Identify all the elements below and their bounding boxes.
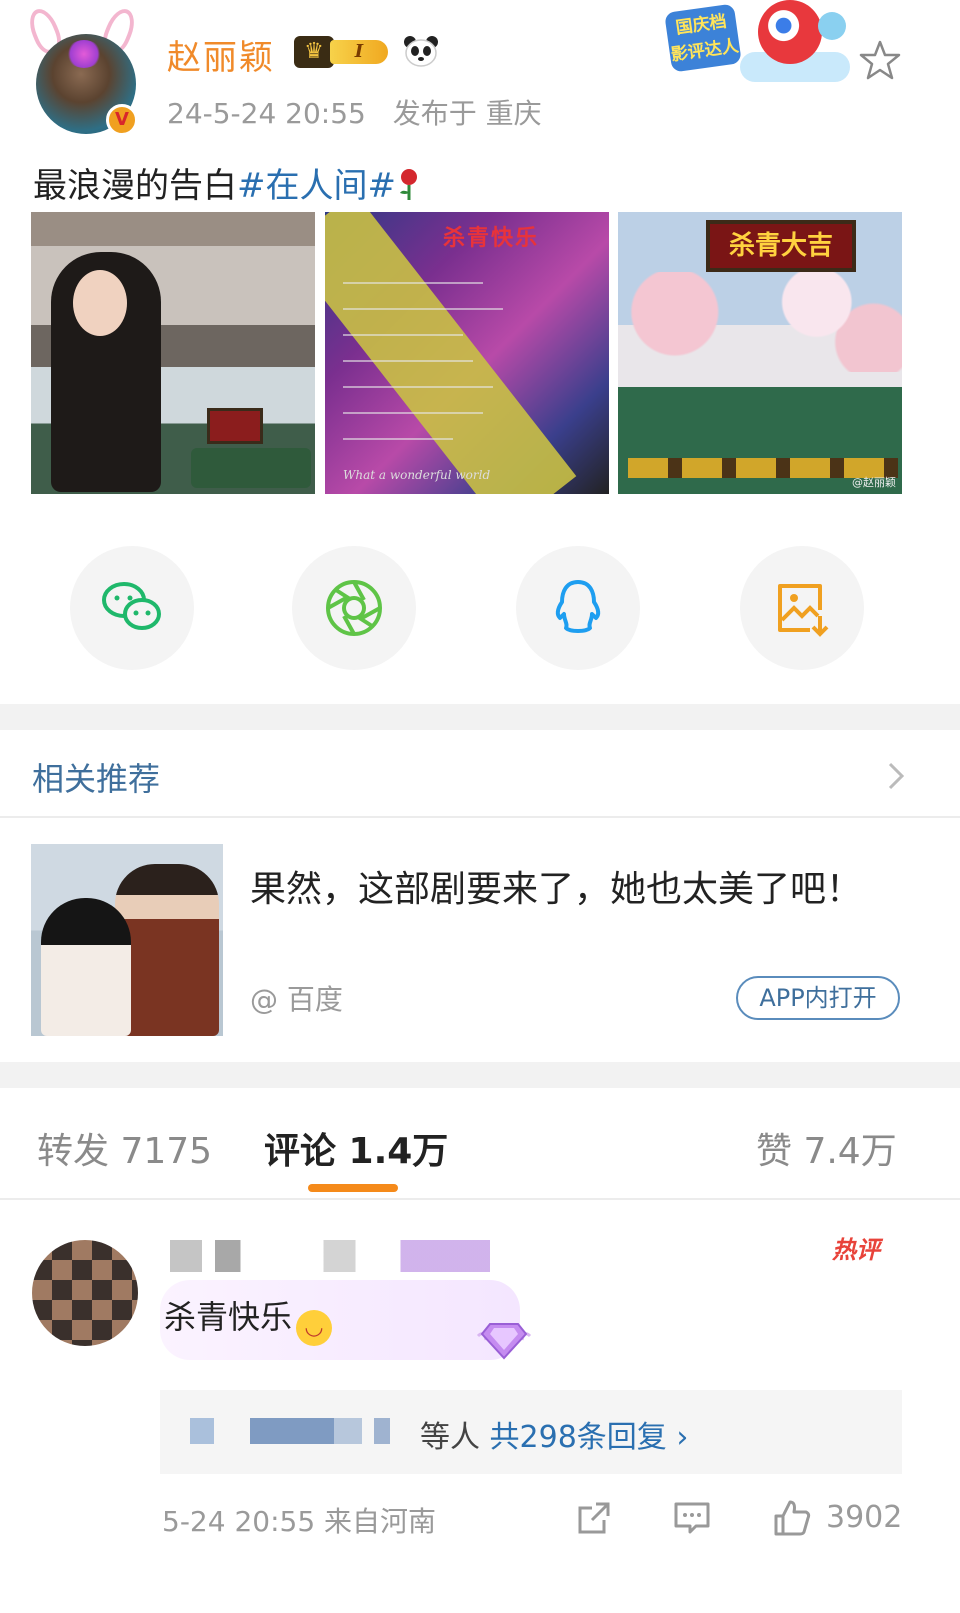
comment-icon[interactable] xyxy=(672,1498,712,1538)
share-qq-button[interactable] xyxy=(516,546,640,670)
poem-line xyxy=(343,282,483,284)
post-header: V 赵丽颖 ♛ I 24-5-24 20:55 发布于 重庆 国庆档 影评达人 xyxy=(0,0,960,150)
poem-line xyxy=(343,386,493,388)
post-location: 发布于 重庆 xyxy=(392,97,542,130)
section-divider xyxy=(0,704,960,730)
photo-face xyxy=(73,270,127,336)
laughing-emoji-icon: ◡ xyxy=(296,1310,333,1346)
reply-summary-text: 等人 共298条回复 › xyxy=(420,1412,688,1456)
replier-names-blurred xyxy=(190,1418,390,1444)
crown-icon: ♛ xyxy=(294,36,334,68)
post-meta: 24-5-24 20:55 发布于 重庆 xyxy=(167,92,560,132)
share-icon[interactable] xyxy=(574,1498,614,1538)
rose-icon xyxy=(399,169,417,200)
panda-icon xyxy=(404,36,438,67)
reply-summary[interactable]: 等人 共298条回复 › xyxy=(160,1390,902,1474)
section-divider xyxy=(0,1062,960,1088)
hot-comment-badge: 热评 xyxy=(832,1236,880,1264)
poem-line xyxy=(343,438,453,440)
related-title: 相关推荐 xyxy=(32,760,161,798)
divider-line xyxy=(0,816,960,818)
membership-badge[interactable]: ♛ I xyxy=(294,36,392,68)
comment-text-content: 杀青快乐 xyxy=(164,1298,293,1336)
post-text-plain: 最浪漫的告白 xyxy=(33,166,237,206)
comment-meta: 5-24 20:55 来自河南 xyxy=(162,1505,437,1538)
member-level: I xyxy=(330,40,388,64)
ball-decoration xyxy=(818,12,846,40)
avatar[interactable]: V xyxy=(24,4,146,136)
comment-like-count: 3902 xyxy=(826,1500,903,1535)
image-title-text: 杀青快乐 xyxy=(443,226,540,251)
commenter-avatar[interactable] xyxy=(32,1240,138,1346)
reply-suffix: 等人 xyxy=(420,1420,480,1455)
photo-train xyxy=(191,448,311,488)
divider-line xyxy=(0,1198,960,1200)
commenter-name-blurred[interactable] xyxy=(170,1240,490,1272)
event-badge-label: 国庆档 影评达人 xyxy=(664,3,742,73)
verified-icon: V xyxy=(106,104,138,136)
post-time: 24-5-24 20:55 xyxy=(167,97,366,130)
thumb-figure xyxy=(41,898,131,1036)
thumbs-up-icon[interactable] xyxy=(772,1498,812,1538)
photo-flowers xyxy=(618,272,902,372)
open-in-app-button[interactable]: APP内打开 xyxy=(736,976,900,1020)
tab-repost[interactable]: 转发 7175 xyxy=(37,1122,212,1174)
save-image-button[interactable] xyxy=(740,546,864,670)
favorite-star-icon[interactable] xyxy=(858,38,902,82)
comment-text[interactable]: 杀青快乐 ◡ xyxy=(164,1292,333,1346)
image-caption: What a wonderful world xyxy=(343,468,491,482)
share-row xyxy=(0,546,960,672)
event-badge[interactable]: 国庆档 影评达人 xyxy=(660,0,870,90)
post-image-3[interactable]: 杀青大吉 @赵丽颖 xyxy=(618,212,902,494)
active-tab-indicator xyxy=(308,1184,398,1192)
photo-sign xyxy=(207,408,263,444)
moments-icon xyxy=(326,580,382,636)
tab-comment[interactable]: 评论 1.4万 xyxy=(264,1122,448,1174)
wechat-icon xyxy=(102,582,161,630)
share-wechat-button[interactable] xyxy=(70,546,194,670)
image-sign-text: 杀青大吉 xyxy=(706,220,856,272)
related-thumbnail[interactable] xyxy=(31,844,223,1036)
gem-badge-icon xyxy=(476,1323,532,1360)
related-source: @ 百度 xyxy=(250,983,343,1016)
poem-line xyxy=(343,308,503,310)
post-text: 最浪漫的告白#在人间# xyxy=(33,158,422,207)
mascot-icon xyxy=(758,0,822,64)
view-replies-link[interactable]: 共298条回复 › xyxy=(490,1420,689,1455)
qq-icon xyxy=(555,580,601,633)
topic-tag-link[interactable]: #在人间# xyxy=(237,166,396,206)
related-card-title[interactable]: 果然，这部剧要来了，她也太美了吧！ xyxy=(250,862,910,918)
share-moments-button[interactable] xyxy=(292,546,416,670)
post-image-2[interactable]: 杀青快乐 What a wonderful world xyxy=(325,212,609,494)
image-watermark: @赵丽颖 xyxy=(852,476,896,489)
username[interactable]: 赵丽颖 xyxy=(167,30,275,79)
poem-line xyxy=(343,334,463,336)
post-image-1[interactable] xyxy=(31,212,315,494)
chevron-right-icon[interactable] xyxy=(884,758,908,794)
poem-line xyxy=(343,412,483,414)
photo-stripe xyxy=(325,212,577,494)
poem-line xyxy=(343,360,473,362)
tab-like[interactable]: 赞 7.4万 xyxy=(756,1122,897,1174)
save-image-icon xyxy=(778,584,829,637)
